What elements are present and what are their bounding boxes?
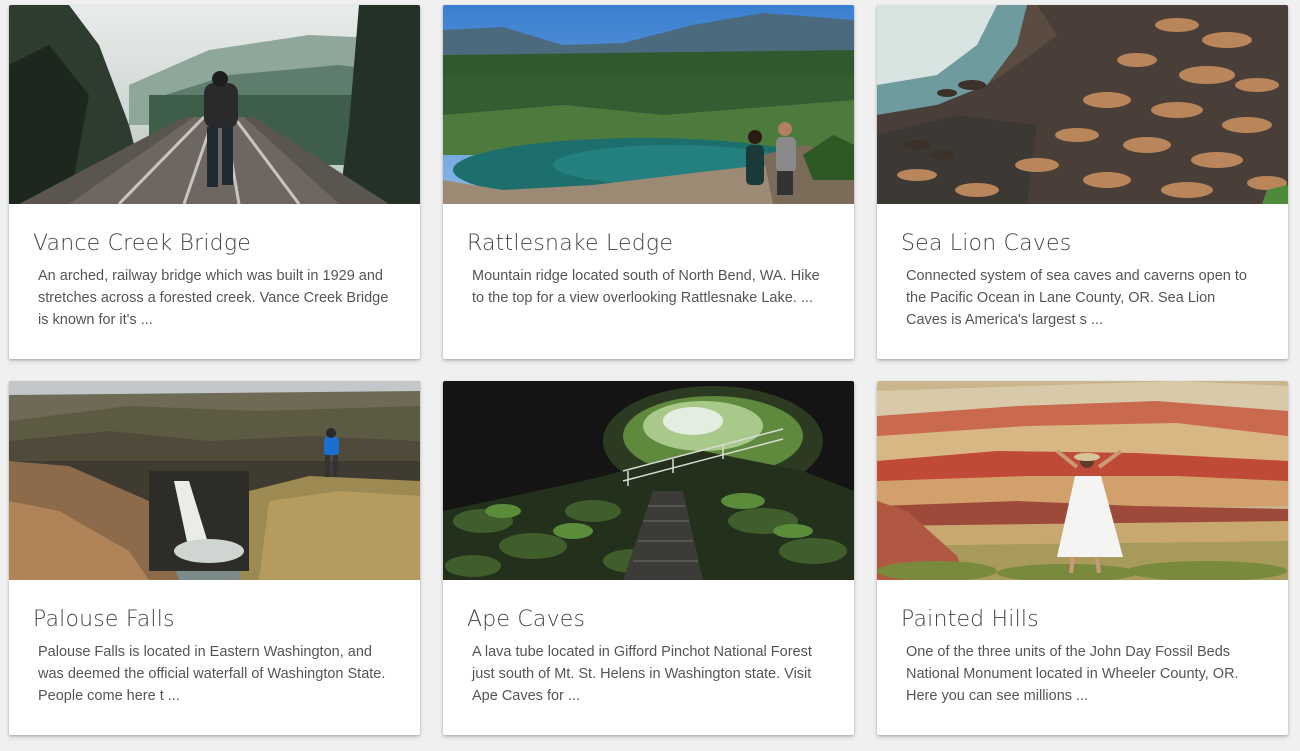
card-image-vance-creek-bridge[interactable] — [9, 5, 420, 204]
card-title[interactable]: Rattlesnake Ledge — [467, 230, 830, 258]
card-description: An arched, railway bridge which was buil… — [38, 268, 389, 328]
waterfall-photo — [9, 381, 420, 580]
card-title[interactable]: Vance Creek Bridge — [33, 230, 396, 258]
card-image-rattlesnake-ledge[interactable] — [443, 5, 854, 204]
sea-lions-photo — [877, 5, 1288, 204]
place-card-painted-hills[interactable]: Painted Hills One of the three units of … — [877, 381, 1288, 735]
card-image-palouse-falls[interactable] — [9, 381, 420, 580]
card-content: Sea Lion Caves Connected system of sea c… — [877, 204, 1288, 331]
card-image-painted-hills[interactable] — [877, 381, 1288, 580]
place-card-palouse-falls[interactable]: Palouse Falls Palouse Falls is located i… — [9, 381, 420, 735]
card-image-sea-lion-caves[interactable] — [877, 5, 1288, 204]
place-card-vance-creek-bridge[interactable]: Vance Creek Bridge An arched, railway br… — [9, 5, 420, 359]
card-content: Rattlesnake Ledge Mountain ridge located… — [443, 204, 854, 309]
card-description: One of the three units of the John Day F… — [906, 644, 1239, 704]
card-grid: Vance Creek Bridge An arched, railway br… — [9, 5, 1288, 735]
place-card-rattlesnake-ledge[interactable]: Rattlesnake Ledge Mountain ridge located… — [443, 5, 854, 359]
card-title[interactable]: Sea Lion Caves — [901, 230, 1264, 258]
card-title[interactable]: Painted Hills — [901, 606, 1264, 634]
place-card-sea-lion-caves[interactable]: Sea Lion Caves Connected system of sea c… — [877, 5, 1288, 359]
place-card-ape-caves[interactable]: Ape Caves A lava tube located in Gifford… — [443, 381, 854, 735]
card-description: Mountain ridge located south of North Be… — [472, 268, 820, 306]
railway-bridge-photo — [9, 5, 420, 204]
card-content: Vance Creek Bridge An arched, railway br… — [9, 204, 420, 331]
card-description: Connected system of sea caves and cavern… — [906, 268, 1247, 328]
card-description: Palouse Falls is located in Eastern Wash… — [38, 644, 386, 704]
painted-hills-photo — [877, 381, 1288, 580]
card-image-ape-caves[interactable] — [443, 381, 854, 580]
card-content: Palouse Falls Palouse Falls is located i… — [9, 580, 420, 707]
card-title[interactable]: Ape Caves — [467, 606, 830, 634]
card-content: Ape Caves A lava tube located in Gifford… — [443, 580, 854, 707]
card-description: A lava tube located in Gifford Pinchot N… — [472, 644, 812, 704]
card-content: Painted Hills One of the three units of … — [877, 580, 1288, 707]
lava-cave-photo — [443, 381, 854, 580]
lake-mountain-photo — [443, 5, 854, 204]
card-title[interactable]: Palouse Falls — [33, 606, 396, 634]
